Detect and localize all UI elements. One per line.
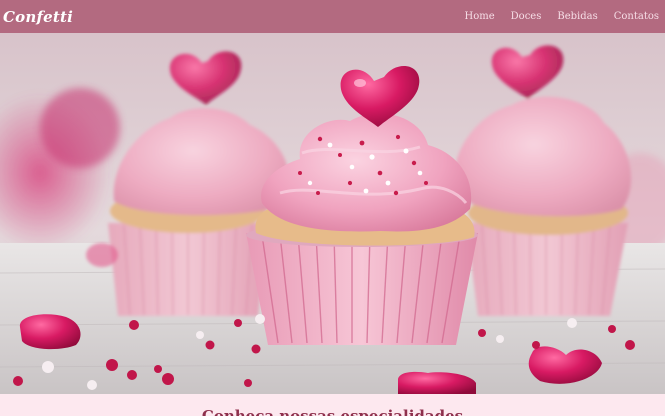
section-title: Conheça nossas especialidades bbox=[201, 407, 464, 416]
nav-link-contatos[interactable]: Contatos bbox=[614, 11, 659, 22]
nav-link-bebidas[interactable]: Bebidas bbox=[557, 11, 597, 22]
nav-links: Home Doces Bebidas Contatos bbox=[465, 11, 660, 22]
brand-logo[interactable]: Confetti bbox=[3, 8, 73, 26]
nav-link-doces[interactable]: Doces bbox=[511, 11, 542, 22]
nav-link-home[interactable]: Home bbox=[465, 11, 495, 22]
hero-image bbox=[0, 33, 665, 394]
specialties-section: Conheça nossas especialidades bbox=[0, 394, 665, 416]
top-navbar: Confetti Home Doces Bebidas Contatos bbox=[0, 0, 665, 33]
